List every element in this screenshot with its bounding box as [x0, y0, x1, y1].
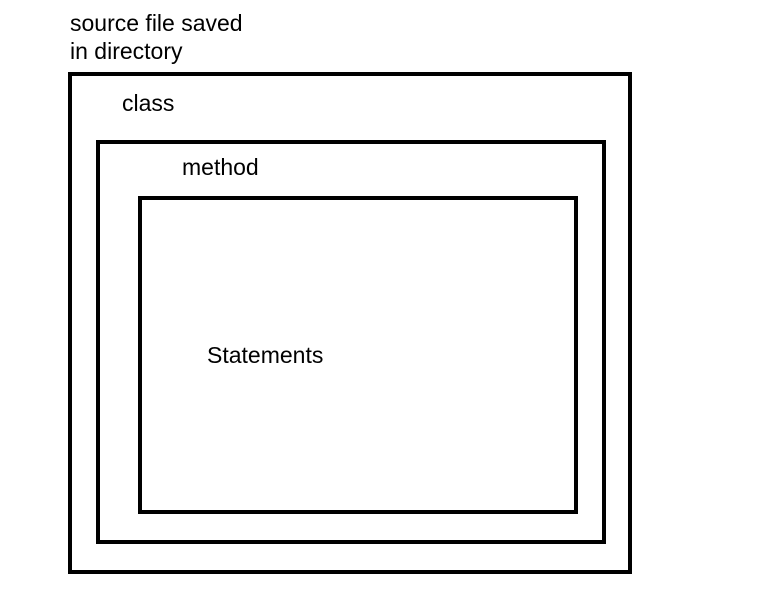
source-file-label-line1: source file saved	[70, 10, 243, 36]
class-label: class	[122, 90, 174, 117]
source-file-label: source file saved in directory	[70, 10, 243, 65]
method-label: method	[182, 154, 259, 181]
method-box: method Statements	[96, 140, 606, 544]
class-box: class method Statements	[68, 72, 632, 574]
statements-label: Statements	[207, 342, 323, 369]
source-file-label-line2: in directory	[70, 38, 182, 64]
statements-box: Statements	[138, 196, 578, 514]
